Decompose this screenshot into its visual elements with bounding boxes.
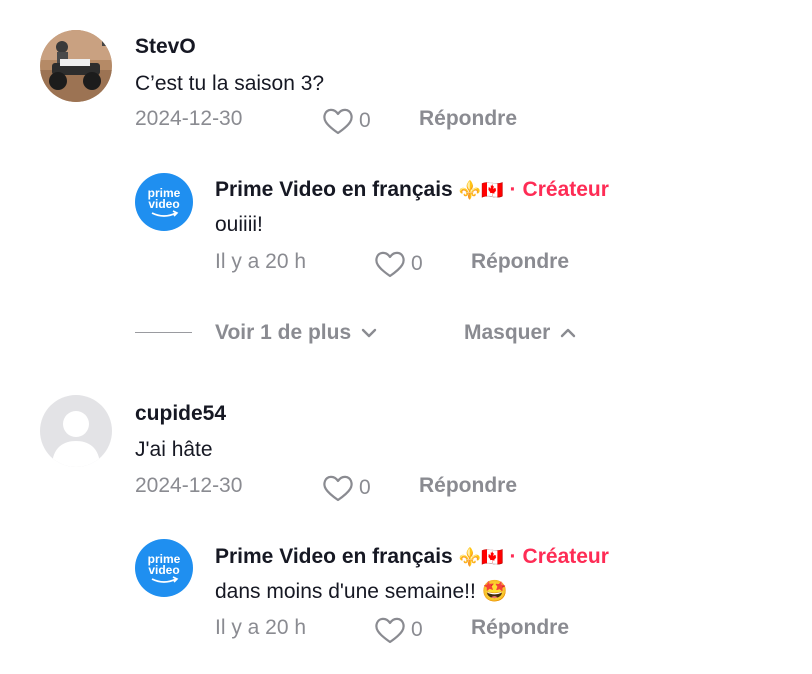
hide-replies-button[interactable]: Masquer bbox=[464, 321, 576, 345]
heart-icon bbox=[375, 251, 405, 278]
view-more-replies-button[interactable]: Voir 1 de plus bbox=[215, 321, 377, 345]
comment-text: J'ai hâte bbox=[135, 438, 213, 461]
comment-username[interactable]: StevO bbox=[135, 35, 196, 59]
like-button[interactable]: 0 bbox=[322, 474, 371, 502]
comment-username[interactable]: cupide54 bbox=[135, 402, 226, 426]
svg-text:video: video bbox=[148, 197, 179, 211]
reply-text: ouiiii! bbox=[215, 213, 263, 236]
reply-time: Il y a 20 h bbox=[215, 616, 307, 639]
reply-button[interactable]: Répondre bbox=[419, 107, 517, 131]
like-button[interactable]: 0 bbox=[322, 107, 371, 135]
heart-icon bbox=[323, 108, 353, 135]
heart-icon bbox=[375, 617, 405, 644]
heart-icon bbox=[323, 475, 353, 502]
default-avatar-icon bbox=[52, 411, 100, 467]
thread-divider bbox=[135, 332, 192, 333]
reply-time: Il y a 20 h bbox=[215, 250, 307, 273]
comment-text: C’est tu la saison 3? bbox=[135, 72, 325, 95]
reply-username[interactable]: Prime Video en français bbox=[215, 178, 453, 201]
atv-photo-icon bbox=[40, 30, 112, 102]
avatar-prime-video[interactable]: prime video bbox=[135, 539, 193, 597]
hide-label: Masquer bbox=[464, 321, 551, 344]
avatar-stevo[interactable] bbox=[40, 30, 112, 102]
view-more-label: Voir 1 de plus bbox=[215, 321, 352, 344]
separator-dot: · bbox=[509, 545, 517, 568]
prime-video-logo-icon: prime video bbox=[148, 186, 181, 217]
comment-date: 2024-12-30 bbox=[135, 474, 243, 497]
avatar-cupide54[interactable] bbox=[40, 395, 112, 467]
reply-button[interactable]: Répondre bbox=[471, 250, 569, 274]
reply-button[interactable]: Répondre bbox=[419, 474, 517, 498]
svg-text:video: video bbox=[148, 563, 179, 577]
chevron-up-icon bbox=[561, 328, 576, 338]
reply-username-line: Prime Video en français ⚜️🇨🇦 · Créateur bbox=[215, 545, 609, 569]
separator-dot: · bbox=[509, 178, 517, 201]
flags-icon: ⚜️🇨🇦 bbox=[458, 547, 504, 567]
flags-icon: ⚜️🇨🇦 bbox=[458, 180, 504, 200]
avatar-prime-video[interactable]: prime video bbox=[135, 173, 193, 231]
creator-badge: Créateur bbox=[522, 545, 609, 568]
comment-date: 2024-12-30 bbox=[135, 107, 243, 130]
like-count: 0 bbox=[411, 252, 423, 275]
like-count: 0 bbox=[359, 109, 371, 132]
chevron-down-icon bbox=[361, 328, 377, 338]
reply-text: dans moins d'une semaine!! 🤩 bbox=[215, 580, 508, 603]
like-button[interactable]: 0 bbox=[374, 616, 423, 644]
like-button[interactable]: 0 bbox=[374, 250, 423, 278]
prime-video-logo-icon: prime video bbox=[148, 552, 181, 583]
like-count: 0 bbox=[359, 476, 371, 499]
creator-badge: Créateur bbox=[522, 178, 609, 201]
reply-username[interactable]: Prime Video en français bbox=[215, 545, 453, 568]
reply-username-line: Prime Video en français ⚜️🇨🇦 · Créateur bbox=[215, 178, 609, 202]
like-count: 0 bbox=[411, 618, 423, 641]
reply-button[interactable]: Répondre bbox=[471, 616, 569, 640]
